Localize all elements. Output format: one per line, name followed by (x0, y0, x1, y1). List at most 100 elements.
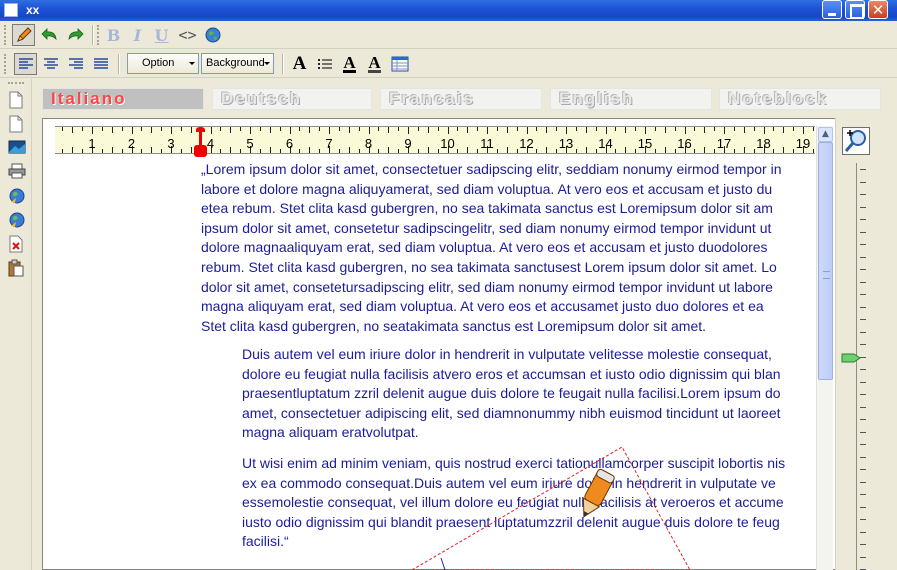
pencil-button[interactable] (12, 24, 35, 46)
ruler-tick (536, 149, 538, 153)
toolbar-grip[interactable] (4, 25, 7, 45)
zoom-tick (860, 206, 866, 208)
ruler-tick (368, 127, 370, 134)
sidebar-grip[interactable] (8, 82, 24, 85)
toolbar-grip[interactable] (4, 54, 7, 74)
ruler-tick (151, 147, 153, 153)
ruler-tick (694, 127, 696, 131)
font-color-button[interactable]: A (338, 53, 361, 75)
ruler-label: 6 (285, 136, 294, 151)
web-preview-button[interactable] (8, 187, 26, 205)
ruler-tick (546, 147, 548, 153)
align-right-button[interactable] (64, 53, 87, 75)
undo-button[interactable] (38, 24, 61, 46)
delete-button[interactable] (8, 235, 26, 253)
zoom-tick (860, 444, 866, 445)
align-justify-button[interactable] (89, 53, 112, 75)
ruler-tick (417, 127, 419, 131)
ruler-tick (210, 127, 212, 134)
ruler-tick (309, 127, 311, 133)
toolbar-grip[interactable] (97, 25, 100, 45)
table-button[interactable] (388, 53, 411, 75)
ruler-tick (625, 147, 627, 153)
title-bar[interactable]: xx ✕ (0, 0, 897, 21)
ruler-tick (714, 127, 716, 131)
ruler-tick (338, 127, 340, 131)
text-line: dolore magnaaliquyam erat, sed diam volu… (201, 239, 768, 256)
ruler-tick (625, 127, 627, 133)
tab-francais[interactable]: Francais (380, 88, 542, 110)
zoom-tick (860, 344, 866, 345)
paste-button[interactable] (8, 259, 26, 277)
close-button[interactable]: ✕ (868, 0, 888, 19)
ruler-tick (358, 127, 360, 131)
align-justify-icon (93, 58, 108, 69)
ruler-tick (457, 127, 459, 131)
ruler-tick (477, 127, 479, 131)
scrollbar-thumb[interactable] (818, 142, 833, 380)
option-dropdown[interactable]: Option (127, 53, 199, 74)
highlight-button[interactable]: A (363, 53, 386, 75)
zoom-tick (860, 306, 866, 308)
bold-button[interactable]: B (102, 24, 125, 46)
zoom-tick (860, 269, 866, 270)
text-line: Duis autem vel eum iriure dolor in hendr… (242, 346, 772, 362)
text-line: dolore eu feugiat nulla facilisis atvero… (242, 365, 781, 382)
zoom-tick (860, 194, 866, 195)
underline-button[interactable]: U (150, 24, 173, 46)
text-line: „Lorem ipsum dolor sit amet, consectetue… (201, 161, 782, 177)
web-publish-button[interactable] (8, 211, 26, 229)
ruler-tick (417, 149, 419, 153)
ruler-tick (72, 127, 74, 133)
background-dropdown[interactable]: Background (201, 53, 274, 74)
ruler-tick (190, 147, 192, 153)
tab-noteblock[interactable]: Noteblock (719, 88, 881, 110)
paragraph-1: „Lorem ipsum dolor sit amet, consectetue… (201, 160, 781, 336)
text-line: ipsum dolor sit amet, consetetur sadipsc… (201, 219, 772, 236)
ruler-tick (743, 127, 745, 133)
maximize-button[interactable] (845, 0, 865, 19)
ruler-tick (457, 149, 459, 153)
vertical-scrollbar[interactable]: ▲ (816, 126, 833, 570)
horizontal-ruler[interactable]: 1 2 3 4 5 6 7 8 9 10 11 12 13 14 15 16 17 18 19 (55, 126, 815, 154)
align-center-button[interactable] (39, 53, 62, 75)
ruler-tick (773, 127, 775, 131)
indent-marker[interactable] (194, 127, 207, 157)
ruler-tick (684, 127, 686, 134)
blank-page-button[interactable] (8, 115, 26, 133)
zoom-tick (860, 331, 866, 333)
zoom-tick (860, 294, 866, 295)
ruler-tick (269, 147, 271, 153)
zoom-slider-track[interactable] (848, 163, 866, 570)
web-button[interactable] (201, 24, 224, 46)
ruler-tick (259, 127, 261, 131)
scroll-up-button[interactable]: ▲ (818, 127, 833, 142)
new-document-button[interactable] (8, 91, 26, 109)
align-left-button[interactable] (14, 53, 37, 75)
tab-english[interactable]: English (550, 88, 712, 110)
document-body[interactable]: „Lorem ipsum dolor sit amet, consectetue… (54, 155, 816, 570)
zoom-track-line (856, 163, 857, 570)
print-button[interactable] (8, 163, 26, 181)
zoom-tick (860, 394, 866, 395)
italic-button[interactable]: I (126, 24, 149, 46)
zoom-button[interactable] (842, 127, 870, 155)
paragraph-2: Duis autem vel eum iriure dolor in hendr… (242, 345, 781, 443)
redo-button[interactable] (63, 24, 86, 46)
font-button[interactable]: A (288, 53, 311, 75)
ruler-tick (309, 147, 311, 153)
highlight-icon: A (368, 52, 381, 73)
tab-italiano[interactable]: Italiano (42, 88, 204, 110)
toolbar-separator (92, 25, 94, 45)
ruler-tick (575, 149, 577, 153)
zoom-tick (860, 244, 866, 245)
list-button[interactable] (313, 53, 336, 75)
minimize-button[interactable] (822, 0, 842, 19)
ruler-tick (733, 149, 735, 153)
zoom-slider-thumb[interactable] (841, 350, 861, 363)
tab-deutsch[interactable]: Deutsch (212, 88, 372, 110)
image-button[interactable] (8, 139, 26, 157)
code-button[interactable]: <> (176, 24, 199, 46)
ruler-tick (437, 127, 439, 131)
ruler-tick (654, 127, 656, 131)
